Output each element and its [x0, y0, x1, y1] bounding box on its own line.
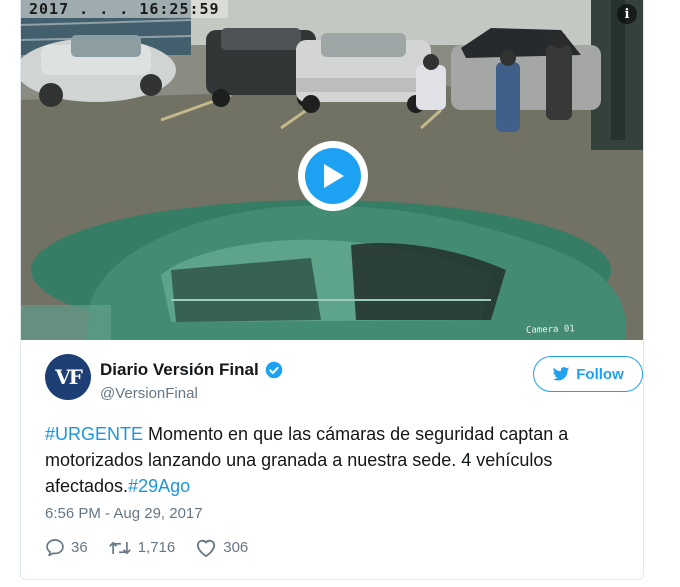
tweet-timestamp[interactable]: 6:56 PM - Aug 29, 2017	[45, 505, 203, 522]
hashtag-29ago[interactable]: #29Ago	[128, 476, 190, 496]
hashtag-urgente[interactable]: #URGENTE	[45, 424, 143, 444]
like-action[interactable]: 306	[195, 538, 248, 557]
camera-label: Camera 01	[525, 324, 575, 336]
info-icon[interactable]: i	[617, 4, 637, 24]
tweet-header: VF Diario Versión Final @VersionFinal Fo…	[45, 354, 643, 410]
play-icon	[305, 148, 361, 204]
like-count: 306	[223, 539, 249, 556]
heart-icon	[197, 539, 216, 557]
tweet-actions: 36 1,716 306	[45, 538, 268, 557]
twitter-bird-icon	[553, 366, 570, 380]
play-button[interactable]	[298, 141, 368, 211]
reply-icon	[46, 539, 64, 557]
reply-count: 36	[71, 539, 88, 556]
retweet-icon	[108, 541, 131, 554]
author-handle[interactable]: @VersionFinal	[100, 385, 198, 402]
retweet-count: 1,716	[137, 539, 176, 556]
avatar[interactable]: VF	[45, 354, 91, 400]
display-name-text: Diario Versión Final	[100, 360, 259, 379]
embedded-tweet-card: 2017 . . . 16:25:59 Camera 01 i VF Diari…	[20, 0, 644, 580]
tweet-text: #URGENTE Momento en que las cámaras de s…	[45, 421, 625, 499]
follow-label: Follow	[576, 365, 624, 383]
video-timestamp-overlay: 2017 . . . 16:25:59	[21, 0, 228, 18]
reply-action[interactable]: 36	[45, 538, 88, 557]
video-player[interactable]: 2017 . . . 16:25:59 Camera 01 i	[21, 0, 643, 340]
verified-badge-icon	[265, 361, 282, 379]
avatar-initials: VF	[55, 365, 83, 389]
author-display-name[interactable]: Diario Versión Final	[100, 360, 283, 380]
follow-button[interactable]: Follow	[533, 356, 643, 392]
retweet-action[interactable]: 1,716	[108, 539, 176, 557]
